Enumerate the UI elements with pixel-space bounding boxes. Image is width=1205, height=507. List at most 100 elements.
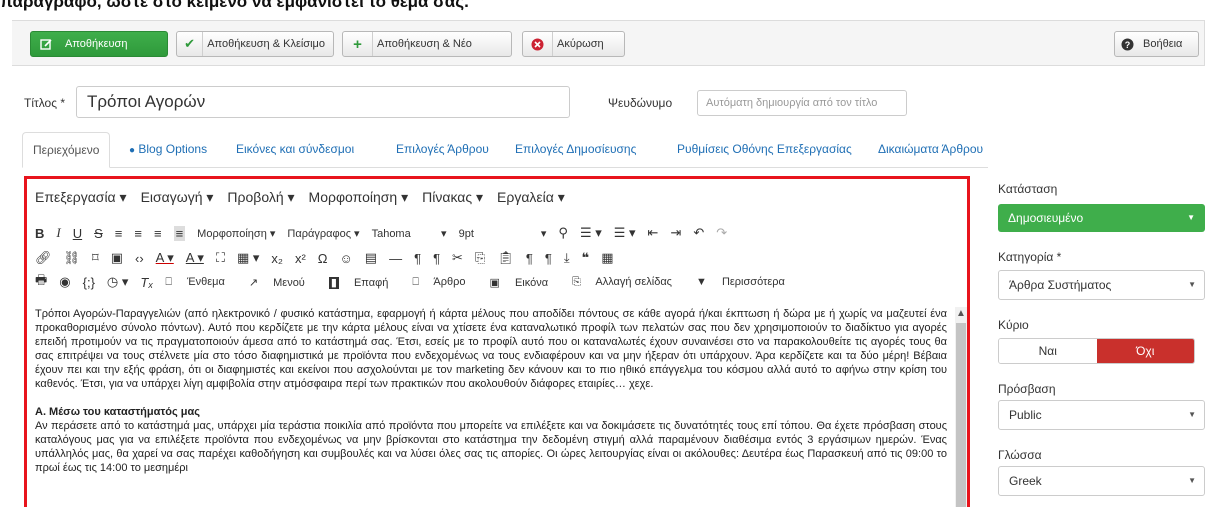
chevron-down-icon: ▼ xyxy=(1188,410,1196,419)
strikethrough-icon[interactable]: S xyxy=(94,226,103,241)
tab-publishing[interactable]: Επιλογές Δημοσίευσης xyxy=(515,132,636,168)
help-button[interactable]: ? Βοήθεια xyxy=(1114,31,1199,57)
unlink-icon[interactable]: ⛓︎ xyxy=(64,250,81,266)
featured-toggle: Ναι Όχι xyxy=(998,338,1195,364)
save-button[interactable]: Αποθήκευση xyxy=(30,31,168,57)
bullet-list-icon[interactable]: ☰ ▾ xyxy=(580,225,602,241)
print-icon[interactable]: 🖶︎ xyxy=(35,271,47,293)
subscript-icon[interactable]: x₂ xyxy=(271,251,283,266)
scroll-thumb[interactable] xyxy=(956,323,966,507)
table-icon[interactable]: ▦ ▾ xyxy=(237,250,259,266)
readmore-button[interactable]: ▼ Περισσότερα xyxy=(696,276,797,288)
alias-input[interactable]: Αυτόματη δημιουργία από τον τίτλο xyxy=(697,90,907,116)
clear-format-icon[interactable]: Tₓ xyxy=(140,275,153,290)
ltr-icon[interactable]: ¶ xyxy=(414,251,421,266)
media-icon[interactable]: ▤ xyxy=(365,250,377,266)
rtl-icon[interactable]: ¶ xyxy=(433,251,440,266)
align-right-icon[interactable]: ≡ xyxy=(154,226,162,241)
contact-icon: ▮ xyxy=(328,276,339,289)
font-dropdown[interactable]: Tahoma ▾ xyxy=(372,227,447,240)
editor-content[interactable]: Τρόποι Αγορών-Παραγγελιών (από ηλεκτρονι… xyxy=(27,307,955,507)
article-button[interactable]: ⎕ Άρθρο xyxy=(412,276,477,289)
italic-icon[interactable]: I xyxy=(56,225,60,241)
font-size-dropdown[interactable]: 9pt ▾ xyxy=(459,227,547,240)
category-select[interactable]: Άρθρα Συστήματος ▼ xyxy=(998,270,1205,300)
cancel-button[interactable]: Ακύρωση xyxy=(522,31,625,57)
section-heading: Α. Μέσω του καταστήματός μας xyxy=(35,406,200,418)
outdent-icon[interactable]: ⇤ xyxy=(648,225,659,241)
top-caption: παράγραφο, ώστε στο κείμενο να εμφανιστε… xyxy=(0,0,469,11)
visual-chars-icon[interactable]: ¶ xyxy=(526,251,533,266)
format-dropdown[interactable]: Μορφοποίηση ▾ xyxy=(197,227,275,240)
find-replace-icon[interactable]: ⚲ xyxy=(558,225,568,241)
alias-label: Ψευδώνυμο xyxy=(608,96,673,110)
edit-icon xyxy=(31,32,61,56)
image-button[interactable]: ▣ Εικόνα xyxy=(490,276,561,289)
fullscreen-icon[interactable]: ⛶ xyxy=(216,250,225,266)
language-select[interactable]: Greek ▼ xyxy=(998,466,1205,496)
chevron-down-icon: ▼ xyxy=(1188,476,1196,485)
code-icon[interactable]: ‹› xyxy=(135,251,144,266)
code-sample-icon[interactable]: {;} xyxy=(83,275,95,290)
tab-permissions[interactable]: Δικαιώματα Άρθρου xyxy=(878,132,983,168)
menu-tools[interactable]: Εργαλεία ▾ xyxy=(497,189,565,209)
bookmark-icon[interactable]: ⌑ xyxy=(92,250,99,266)
underline-icon[interactable]: U xyxy=(73,226,82,241)
tab-blog-options[interactable]: ● Blog Options xyxy=(129,132,207,168)
date-time-icon[interactable]: ◷ ▾ xyxy=(107,274,128,290)
align-left-icon[interactable]: ≡ xyxy=(115,226,123,241)
save-close-button[interactable]: ✔ Αποθήκευση & Κλείσιμο xyxy=(176,31,334,57)
featured-no-button[interactable]: Όχι xyxy=(1096,339,1194,363)
status-select[interactable]: Δημοσιευμένο ▼ xyxy=(998,204,1205,232)
paragraph-dropdown[interactable]: Παράγραφος ▾ xyxy=(287,227,359,240)
align-justify-icon[interactable]: ≡ xyxy=(173,225,186,241)
horizontal-rule-icon[interactable]: — xyxy=(389,251,402,266)
upload-icon[interactable]: ⤓ xyxy=(564,250,570,266)
align-center-icon[interactable]: ≡ xyxy=(134,226,142,241)
menu-button[interactable]: ↗ Μενού xyxy=(249,276,317,289)
tab-content[interactable]: Περιεχόμενο xyxy=(22,132,111,168)
special-char-icon[interactable]: Ω xyxy=(318,251,328,266)
template-icon[interactable]: ▦ xyxy=(601,250,613,266)
numbered-list-icon[interactable]: ☰ ▾ xyxy=(614,225,636,241)
menu-table[interactable]: Πίνακας ▾ xyxy=(422,189,483,209)
indent-icon[interactable]: ⇥ xyxy=(670,225,681,241)
plus-icon: + xyxy=(343,32,373,56)
menu-view[interactable]: Προβολή ▾ xyxy=(227,189,294,209)
module-button[interactable]: ⎕ Ένθεμα xyxy=(165,276,237,289)
copy-icon[interactable]: ⎘ xyxy=(475,250,485,266)
editor-tabs: Περιεχόμενο ● Blog Options Εικόνες και σ… xyxy=(22,132,988,168)
save-new-button[interactable]: + Αποθήκευση & Νέο xyxy=(342,31,512,57)
paste-icon[interactable]: 📋︎ xyxy=(497,250,514,266)
menu-format[interactable]: Μορφοποίηση ▾ xyxy=(309,189,409,209)
menu-edit[interactable]: Επεξεργασία ▾ xyxy=(35,189,127,209)
featured-yes-button[interactable]: Ναι xyxy=(999,339,1097,363)
title-input[interactable]: Τρόποι Αγορών xyxy=(76,86,570,118)
redo-icon[interactable]: ↷ xyxy=(716,225,727,241)
menu-insert[interactable]: Εισαγωγή ▾ xyxy=(141,189,214,209)
link-icon[interactable]: 🔗︎ xyxy=(35,250,52,266)
tab-images-links[interactable]: Εικόνες και σύνδεσμοι xyxy=(236,132,354,168)
superscript-icon[interactable]: x² xyxy=(295,251,306,266)
blockquote-icon[interactable]: ❝ xyxy=(582,250,590,266)
tab-editor-config[interactable]: Ρυθμίσεις Οθόνης Επεξεργασίας xyxy=(677,132,852,168)
check-icon: ✔ xyxy=(177,32,204,56)
cut-icon[interactable]: ✂ xyxy=(452,250,463,266)
editor-scrollbar[interactable]: ▲ xyxy=(955,307,967,507)
visual-blocks-icon[interactable]: ¶ xyxy=(545,251,552,266)
editor-menubar: Επεξεργασία ▾ Εισαγωγή ▾ Προβολή ▾ Μορφο… xyxy=(35,189,579,209)
emoticons-icon[interactable]: ☺ xyxy=(340,251,353,266)
background-color-icon[interactable]: A ▾ xyxy=(186,250,204,266)
scroll-up-icon[interactable]: ▲ xyxy=(955,307,967,321)
access-select[interactable]: Public ▼ xyxy=(998,400,1205,430)
undo-icon[interactable]: ↶ xyxy=(693,225,704,241)
bold-icon[interactable]: B xyxy=(35,226,44,241)
text-color-icon[interactable]: A ▾ xyxy=(156,250,174,266)
preview-icon[interactable]: ◉ xyxy=(59,274,70,290)
contact-button[interactable]: ▮ Επαφή xyxy=(328,276,401,289)
pagebreak-button[interactable]: ⎘ Αλλαγή σελίδας xyxy=(572,276,684,289)
formatting-row-1: B I U S ≡ ≡ ≡ ≡ Μορφοποίηση ▾ Παράγραφος… xyxy=(35,222,739,244)
menu-link-icon: ↗ xyxy=(248,276,259,289)
image-icon[interactable]: ▣ xyxy=(111,250,123,266)
tab-article-options[interactable]: Επιλογές Άρθρου xyxy=(396,132,489,168)
